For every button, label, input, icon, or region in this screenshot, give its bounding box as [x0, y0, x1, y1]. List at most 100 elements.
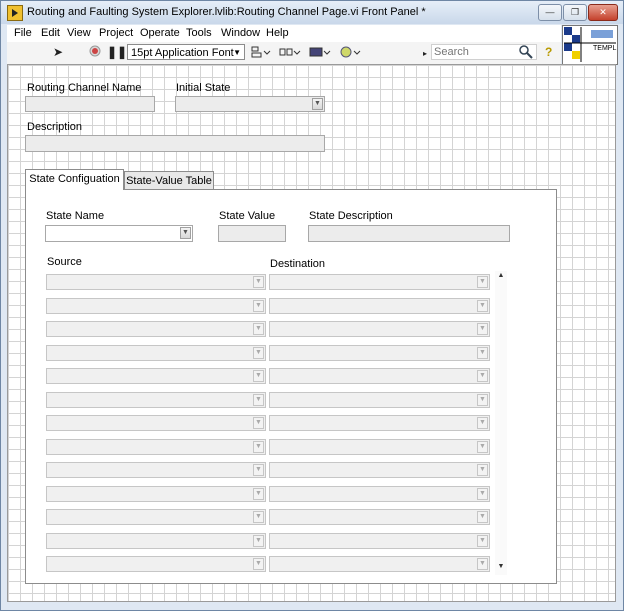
chevron-down-icon[interactable]: ▼	[253, 511, 264, 523]
source-dropdown[interactable]: ▼	[46, 438, 266, 455]
title-bar[interactable]: Routing and Faulting System Explorer.lvl…	[1, 1, 623, 24]
description-label: Description	[27, 121, 83, 133]
vertical-scrollbar[interactable]: ▲ ▼	[495, 271, 507, 575]
source-dropdown[interactable]: ▼	[46, 532, 266, 549]
destination-dropdown[interactable]: ▼	[269, 321, 490, 337]
destination-dropdown[interactable]: ▼	[269, 297, 490, 314]
destination-label: Destination	[270, 258, 326, 270]
menu-tools[interactable]: Tools	[186, 27, 212, 39]
chevron-down-icon[interactable]: ▼	[477, 370, 488, 382]
chevron-down-icon[interactable]: ▼	[477, 487, 488, 500]
source-dropdown[interactable]: ▼	[46, 297, 266, 314]
chevron-down-icon[interactable]: ▼	[477, 393, 488, 406]
scroll-down-icon[interactable]: ▼	[495, 563, 507, 573]
state-name-label: State Name	[46, 210, 105, 222]
menu-file[interactable]: File	[14, 27, 32, 39]
reorder-icon[interactable]	[339, 45, 361, 62]
destination-dropdown[interactable]: ▼	[269, 485, 490, 502]
chevron-down-icon[interactable]: ▼	[477, 323, 488, 335]
menu-window[interactable]: Window	[221, 27, 260, 39]
menu-operate[interactable]: Operate	[140, 27, 180, 39]
close-button[interactable]: ✕	[588, 4, 618, 21]
minimize-button[interactable]: —	[538, 4, 562, 21]
restore-icon: ❐	[570, 7, 580, 17]
tab-state-value-table[interactable]: State-Value Table	[124, 171, 214, 191]
source-dropdown[interactable]: ▼	[46, 368, 266, 384]
menu-project[interactable]: Project	[99, 27, 133, 39]
source-dropdown[interactable]: ▼	[46, 391, 266, 408]
font-select[interactable]: 15pt Application Font ▼	[127, 44, 245, 60]
destination-dropdown[interactable]: ▼	[269, 556, 490, 572]
chevron-down-icon[interactable]: ▼	[477, 346, 488, 359]
source-label: Source	[47, 256, 82, 268]
source-dropdown[interactable]: ▼	[46, 274, 266, 290]
chevron-down-icon[interactable]: ▼	[253, 370, 264, 382]
distribute-objects-icon[interactable]	[279, 45, 301, 62]
chevron-down-icon[interactable]: ▼	[477, 558, 488, 570]
routing-channel-name-field[interactable]	[25, 96, 155, 112]
initial-state-dropdown[interactable]: ▼	[175, 96, 325, 112]
resize-objects-icon[interactable]	[309, 45, 331, 62]
source-dropdown[interactable]: ▼	[46, 509, 266, 525]
chevron-down-icon[interactable]: ▼	[312, 98, 323, 110]
search-icon[interactable]	[519, 45, 533, 62]
vi-icon[interactable]: TEMPL	[562, 25, 618, 65]
source-dropdown[interactable]: ▼	[46, 415, 266, 431]
destination-dropdown[interactable]: ▼	[269, 368, 490, 384]
chevron-down-icon[interactable]: ▼	[253, 346, 264, 359]
chevron-down-icon[interactable]: ▼	[253, 299, 264, 312]
chevron-down-icon[interactable]: ▼	[253, 534, 264, 547]
state-description-field[interactable]	[308, 225, 510, 242]
chevron-down-icon[interactable]: ▼	[253, 558, 264, 570]
chevron-down-icon[interactable]: ▼	[477, 417, 488, 429]
menu-edit[interactable]: Edit	[41, 27, 60, 39]
chevron-down-icon[interactable]: ▼	[253, 487, 264, 500]
pause-icon[interactable]: ❚❚	[107, 45, 127, 59]
state-name-dropdown[interactable]: ▼	[45, 225, 193, 242]
abort-icon[interactable]	[89, 45, 101, 60]
source-dropdown[interactable]: ▼	[46, 556, 266, 572]
destination-dropdown[interactable]: ▼	[269, 509, 490, 525]
source-dropdown[interactable]: ▼	[46, 462, 266, 478]
chevron-down-icon[interactable]: ▼	[477, 440, 488, 453]
destination-dropdown[interactable]: ▼	[269, 532, 490, 549]
window-title: Routing and Faulting System Explorer.lvl…	[27, 6, 426, 18]
chevron-down-icon[interactable]: ▼	[477, 464, 488, 476]
menu-view[interactable]: View	[67, 27, 91, 39]
restore-button[interactable]: ❐	[563, 4, 587, 21]
description-field[interactable]	[25, 135, 325, 152]
search-input[interactable]	[432, 45, 516, 59]
search-expand-icon[interactable]: ▸	[423, 47, 427, 61]
chevron-down-icon[interactable]: ▼	[477, 276, 488, 288]
destination-dropdown[interactable]: ▼	[269, 438, 490, 455]
source-dropdown[interactable]: ▼	[46, 485, 266, 502]
source-dropdown[interactable]: ▼	[46, 344, 266, 361]
state-value-field[interactable]	[218, 225, 286, 242]
chevron-down-icon[interactable]: ▼	[477, 299, 488, 312]
run-arrow-icon[interactable]: ➤	[53, 45, 63, 59]
chevron-down-icon[interactable]: ▼	[477, 534, 488, 547]
menu-help[interactable]: Help	[266, 27, 289, 39]
scroll-up-icon[interactable]: ▲	[495, 272, 507, 282]
status-bar	[7, 602, 616, 609]
chevron-down-icon[interactable]: ▼	[253, 464, 264, 476]
context-help-icon[interactable]: ?	[545, 45, 552, 59]
state-description-label: State Description	[309, 210, 393, 222]
source-dropdown[interactable]: ▼	[46, 321, 266, 337]
chevron-down-icon[interactable]: ▼	[477, 511, 488, 523]
destination-dropdown[interactable]: ▼	[269, 462, 490, 478]
chevron-down-icon[interactable]: ▼	[253, 323, 264, 335]
routing-channel-name-label: Routing Channel Name	[27, 82, 142, 94]
chevron-down-icon[interactable]: ▼	[180, 227, 191, 239]
chevron-down-icon[interactable]: ▼	[253, 440, 264, 453]
destination-dropdown[interactable]: ▼	[269, 274, 490, 290]
state-value-label: State Value	[219, 210, 276, 222]
destination-dropdown[interactable]: ▼	[269, 344, 490, 361]
chevron-down-icon[interactable]: ▼	[253, 276, 264, 288]
destination-dropdown[interactable]: ▼	[269, 415, 490, 431]
chevron-down-icon[interactable]: ▼	[253, 393, 264, 406]
destination-dropdown[interactable]: ▼	[269, 391, 490, 408]
align-objects-icon[interactable]	[251, 45, 271, 62]
chevron-down-icon[interactable]: ▼	[253, 417, 264, 429]
tab-state-configuration[interactable]: State Configuation	[25, 169, 124, 190]
